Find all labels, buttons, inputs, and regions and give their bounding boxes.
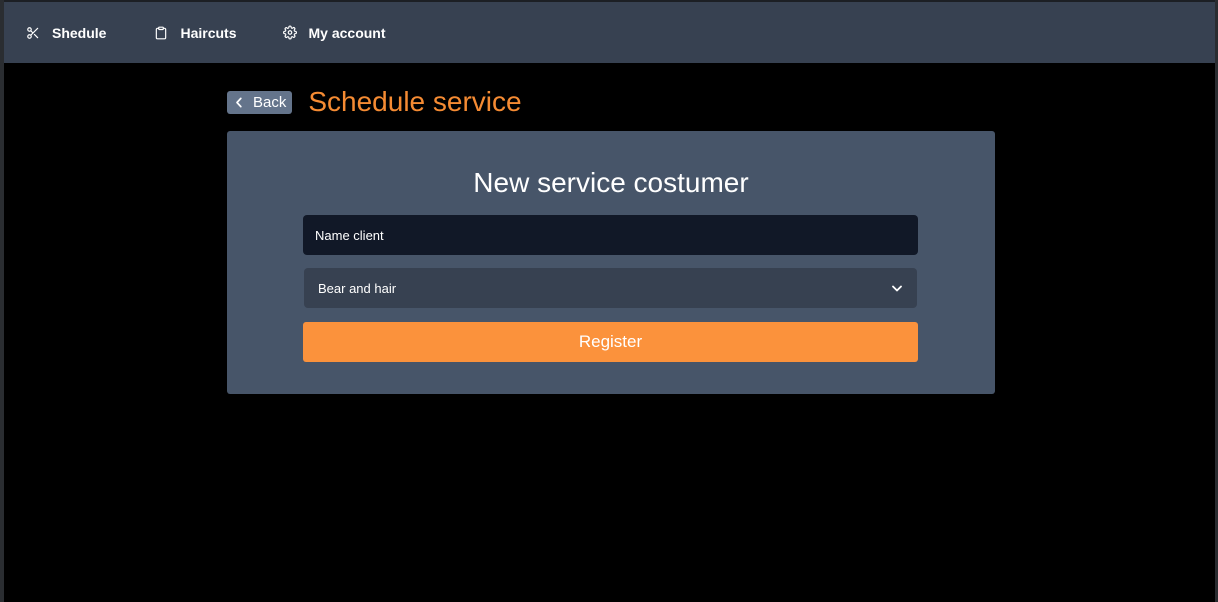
page-title: Schedule service [308,86,522,117]
nav-item-label: My account [308,24,386,41]
scissors-icon [26,26,40,40]
register-button-label: Register [578,332,643,351]
nav-item-shedule[interactable]: Shedule [26,2,106,63]
page-header: Back Schedule service [227,84,522,120]
chevron-down-icon [891,282,903,294]
service-select-value: Bear and hair [318,280,397,296]
nav-item-label: Shedule [52,24,107,41]
gear-icon [282,25,297,40]
nav-item-label: Haircuts [180,24,237,41]
service-select[interactable]: Bear and hair [304,268,917,308]
name-client-input[interactable] [303,215,918,255]
nav-item-my-account[interactable]: My account [282,2,386,63]
window-left-edge [0,0,4,602]
back-button-label: Back [253,93,287,111]
service-form-card: New service costumer Bear and hair Regis… [227,131,995,394]
nav-item-haircuts[interactable]: Haircuts [154,2,237,63]
register-button[interactable]: Register [303,322,918,362]
clipboard-icon [154,26,168,40]
top-navbar: Shedule Haircuts My account [4,2,1215,63]
chevron-left-icon [235,96,245,108]
form-title: New service costumer [473,167,749,198]
app-window: Shedule Haircuts My account Back Schedul… [0,0,1218,602]
back-button[interactable]: Back [227,90,293,114]
